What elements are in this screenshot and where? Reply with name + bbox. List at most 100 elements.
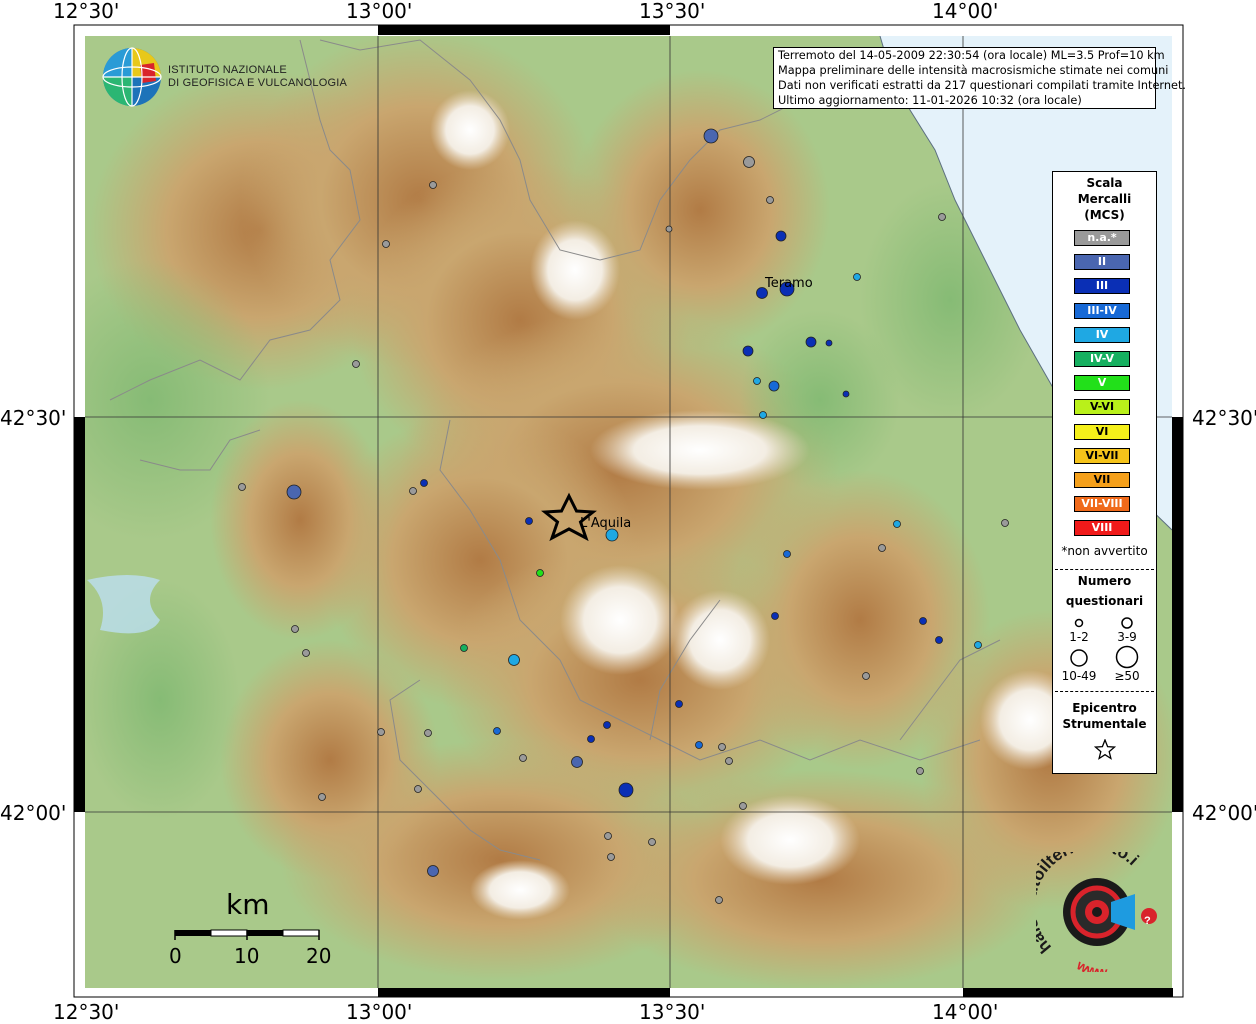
felt-report-point xyxy=(919,617,927,625)
felt-report-point xyxy=(974,641,982,649)
scale-unit: km xyxy=(226,888,270,921)
felt-report-point xyxy=(519,754,527,762)
place-teramo: Teramo xyxy=(765,276,813,291)
lon-label-bottom-1330: 13°30' xyxy=(639,1000,706,1024)
place-laquila: L'Aquila xyxy=(580,516,632,531)
felt-report-point xyxy=(935,636,943,644)
legend-epicenter-title-2: Strumentale xyxy=(1062,717,1147,731)
legend-swatch-iv-v: IV-V xyxy=(1074,351,1130,367)
svg-text:www.: www. xyxy=(1073,956,1110,972)
info-line-3: Dati non verificati estratti da 217 ques… xyxy=(778,79,1187,92)
felt-report-point xyxy=(715,896,723,904)
lon-label-bottom-1400: 14°00' xyxy=(932,1000,999,1024)
felt-report-point xyxy=(420,479,428,487)
felt-report-point xyxy=(742,345,754,357)
lat-label-right-4200: 42°00' xyxy=(1192,801,1256,825)
felt-report-point xyxy=(783,550,791,558)
felt-report-point xyxy=(775,230,787,242)
legend-swatch-vi: VI xyxy=(1074,423,1130,440)
felt-report-point xyxy=(302,649,310,657)
felt-report-point xyxy=(286,484,302,500)
felt-report-point xyxy=(665,225,673,233)
badge-domain-text: haisentitoilterremoto.it xyxy=(1020,834,1143,956)
legend-count-title-1: Numero xyxy=(1077,574,1132,588)
lat-label-right-4230: 42°30' xyxy=(1192,406,1256,430)
scale-label-20: 20 xyxy=(306,944,332,968)
felt-report-point xyxy=(604,832,612,840)
badge-text-svg: haisentitoilterremoto.it www. ? xyxy=(1020,834,1151,979)
lon-label-bottom-1300: 13°00' xyxy=(346,1000,413,1024)
felt-report-point xyxy=(291,625,299,633)
legend-swatch-vii-viii: VII-VIII xyxy=(1074,496,1130,513)
legend-title-3: (MCS) xyxy=(1084,208,1125,222)
felt-report-point xyxy=(429,181,437,189)
lon-label-top-1400: 14°00' xyxy=(932,0,999,23)
ingv-logo-text: ISTITUTO NAZIONALE DI GEOFISICA E VULCAN… xyxy=(168,64,347,90)
felt-report-point xyxy=(571,756,583,768)
legend-swatch-v: V xyxy=(1074,375,1130,392)
felt-report-point xyxy=(771,612,779,620)
felt-report-point xyxy=(648,838,656,846)
felt-report-point xyxy=(718,743,726,751)
felt-report-point xyxy=(766,196,774,204)
scale-label-10: 10 xyxy=(234,944,260,968)
info-line-4: Ultimo aggiornamento: 11-01-2026 10:32 (… xyxy=(778,94,1082,107)
felt-report-point xyxy=(409,487,417,495)
terrain-layer xyxy=(85,36,1172,988)
size-symbol-50 xyxy=(1115,645,1139,669)
legend-count-50: ≥50 xyxy=(1114,669,1140,683)
felt-report-point xyxy=(377,728,385,736)
felt-report-point xyxy=(862,672,870,680)
legend-count-3-9: 3-9 xyxy=(1117,630,1137,644)
ingv-line-2: DI GEOFISICA E VULCANOLOGIA xyxy=(168,77,347,89)
legend-divider-1 xyxy=(1055,569,1154,570)
felt-report-point xyxy=(825,339,833,347)
legend-title-1: Scala xyxy=(1086,176,1123,190)
felt-report-point xyxy=(587,735,595,743)
felt-report-point xyxy=(753,377,761,385)
size-symbol-10-49 xyxy=(1070,649,1088,667)
legend-swatch-iv: IV xyxy=(1074,326,1130,343)
felt-report-point xyxy=(853,273,861,281)
felt-report-point xyxy=(525,517,533,525)
badge-question-mark: ? xyxy=(1144,915,1151,927)
legend-swatch-iii-iv: III-IV xyxy=(1074,302,1130,319)
felt-report-point xyxy=(739,802,747,810)
felt-report-point xyxy=(238,483,246,491)
legend-swatch-viii: VIII xyxy=(1074,520,1130,537)
felt-report-point xyxy=(414,785,422,793)
felt-report-point xyxy=(703,128,719,144)
felt-report-point xyxy=(743,156,755,168)
info-line-2: Mappa preliminare delle intensità macros… xyxy=(778,64,1169,77)
felt-report-point xyxy=(618,782,634,798)
legend-swatch-n-a-: n.a.* xyxy=(1074,230,1130,246)
felt-report-point xyxy=(352,360,360,368)
felt-report-point xyxy=(768,380,780,392)
felt-report-point xyxy=(878,544,886,552)
scale-label-0: 0 xyxy=(169,944,182,968)
legend-not-felt-note: *non avvertito xyxy=(1061,544,1148,558)
felt-report-point xyxy=(695,741,703,749)
legend-swatch-v-vi: V-VI xyxy=(1074,399,1130,416)
felt-report-point xyxy=(842,390,850,398)
felt-report-point xyxy=(493,727,501,735)
felt-report-point xyxy=(916,767,924,775)
legend-epicenter-title-1: Epicentro xyxy=(1072,701,1137,715)
felt-report-point xyxy=(938,213,946,221)
size-symbol-3-9 xyxy=(1121,617,1133,629)
legend-epicenter-star-icon xyxy=(1094,739,1116,760)
felt-report-point xyxy=(318,793,326,801)
ingv-line-1: ISTITUTO NAZIONALE xyxy=(168,64,287,76)
felt-report-point xyxy=(536,569,544,577)
legend-count-10-49: 10-49 xyxy=(1061,669,1097,683)
legend-swatch-ii: II xyxy=(1074,254,1130,271)
event-info-box: Terremoto del 14-05-2009 22:30:54 (ora l… xyxy=(773,47,1187,109)
legend-swatch-iii: III xyxy=(1074,278,1130,295)
felt-report-point xyxy=(382,240,390,248)
lon-label-top-1230: 12°30' xyxy=(53,0,120,23)
legend-swatch-vi-vii: VI-VII xyxy=(1074,447,1130,464)
felt-report-point xyxy=(508,654,520,666)
felt-report-point xyxy=(427,865,439,877)
lat-label-left-4230: 42°30' xyxy=(0,406,67,430)
legend: Scala Mercalli (MCS) n.a.* II III III-IV IV I… xyxy=(1052,171,1157,774)
